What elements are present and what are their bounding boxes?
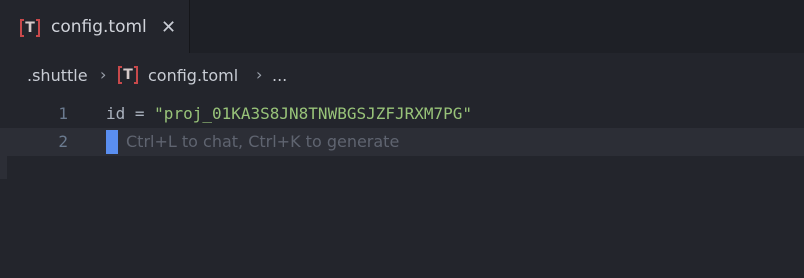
chevron-right-icon: ›	[256, 65, 263, 84]
code-line-current[interactable]: 2 Ctrl+L to chat, Ctrl+K to generate	[0, 128, 804, 156]
ai-hint-placeholder: Ctrl+L to chat, Ctrl+K to generate	[126, 132, 400, 151]
tab-config-toml[interactable]: T config.toml ✕	[0, 0, 190, 53]
text-cursor	[106, 130, 118, 154]
toml-operator: =	[125, 104, 155, 123]
toml-string-value: "proj_01KA3S8JN8TNWBGSJZFJRXM7PG"	[154, 104, 473, 123]
breadcrumb-file[interactable]: config.toml	[148, 66, 238, 85]
code-editor[interactable]: 1 id = "proj_01KA3S8JN8TNWBGSJZFJRXM7PG"…	[0, 98, 804, 278]
line-number: 2	[58, 132, 68, 151]
toml-key: id	[106, 104, 126, 123]
tab-bar: T config.toml ✕	[0, 0, 804, 53]
tab-title: config.toml	[51, 17, 147, 37]
code-line[interactable]: 1 id = "proj_01KA3S8JN8TNWBGSJZFJRXM7PG"	[0, 100, 804, 128]
breadcrumb-folder[interactable]: .shuttle	[27, 66, 88, 85]
code-text[interactable]: id = "proj_01KA3S8JN8TNWBGSJZFJRXM7PG"	[106, 100, 472, 128]
breadcrumb: .shuttle › T config.toml › ...	[0, 53, 804, 98]
line-number: 1	[58, 104, 68, 123]
chevron-right-icon: ›	[100, 65, 107, 84]
close-icon[interactable]: ✕	[161, 17, 176, 39]
toml-file-icon: T	[20, 19, 40, 39]
toml-file-icon: T	[118, 66, 138, 86]
breadcrumb-more[interactable]: ...	[272, 66, 287, 85]
